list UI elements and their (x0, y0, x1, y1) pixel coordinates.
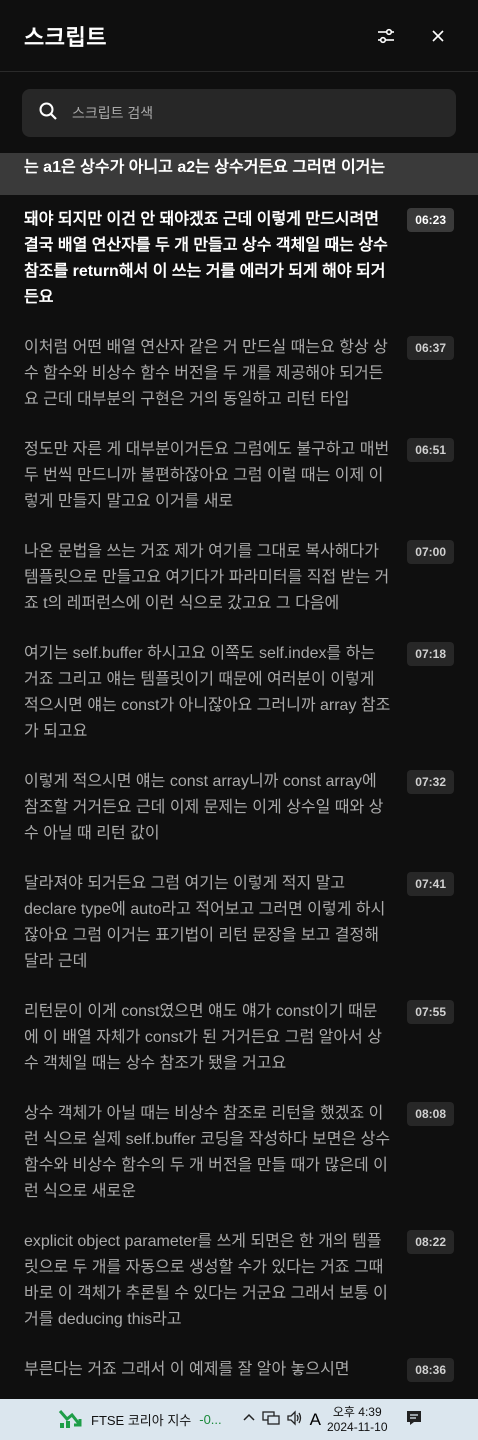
transcript-segment[interactable]: 정도만 자른 게 대부분이거든요 그럼에도 불구하고 매번 두 번씩 만드니까 … (0, 437, 478, 515)
segment-timestamp[interactable]: 06:23 (407, 208, 454, 232)
transcript-list: 는 a1은 상수가 아니고 a2는 상수거든요 그러면 이거는 돼야 되지만 이… (0, 153, 478, 1383)
notification-icon[interactable] (405, 1409, 423, 1430)
ime-indicator[interactable]: A (310, 1410, 321, 1430)
network-icon[interactable] (262, 1410, 280, 1429)
segment-text: 나온 문법을 쓰는 거죠 제가 여기를 그대로 복사해다가 템플릿으로 만들고요… (24, 543, 390, 612)
transcript-segment[interactable]: 부른다는 거죠 그래서 이 예제를 잘 알아 놓으시면 08:36 (0, 1357, 478, 1383)
segment-timestamp[interactable]: 08:22 (407, 1230, 454, 1254)
segment-text: 상수 객체가 아닐 때는 비상수 참조로 리턴을 했겠죠 이런 식으로 실제 s… (24, 1105, 391, 1200)
transcript-panel: 스크립트 스크립트 검색 는 a1은 상수가 아니고 a2는 상수거든요 그러면… (0, 0, 478, 1399)
sliders-icon[interactable] (370, 20, 402, 52)
clock-date: 2024-11-10 (327, 1419, 388, 1434)
clock-time: 오후 4:39 (332, 1404, 382, 1419)
taskbar-clock[interactable]: 오후 4:39 2024-11-10 (327, 1405, 388, 1435)
segment-timestamp[interactable]: 07:32 (407, 770, 454, 794)
segment-timestamp[interactable]: 06:37 (407, 336, 454, 360)
transcript-segment-partial[interactable]: 는 a1은 상수가 아니고 a2는 상수거든요 그러면 이거는 (0, 153, 478, 195)
segment-text: explicit object parameter를 쓰게 되면은 한 개의 템… (24, 1233, 388, 1328)
header-actions (370, 20, 454, 52)
stock-name: FTSE 코리아 지수 (91, 1413, 192, 1428)
segment-text: 여기는 self.buffer 하시고요 이쪽도 self.index를 하는 … (24, 645, 391, 740)
search-container (0, 72, 478, 137)
segment-text: 정도만 자른 게 대부분이거든요 그럼에도 불구하고 매번 두 번씩 만드니까 … (24, 441, 390, 510)
search-input[interactable] (70, 104, 440, 122)
segment-text: 이렇게 적으시면 얘는 const array니까 const array에 참… (24, 773, 384, 842)
segment-timestamp[interactable]: 08:36 (407, 1358, 454, 1382)
segment-text: 이처럼 어떤 배열 연산자 같은 거 만드실 때는요 항상 상수 함수와 비상수… (24, 339, 388, 408)
close-icon[interactable] (422, 20, 454, 52)
taskbar: FTSE 코리아 지수 -0... A 오후 4:39 2024-11-10 (0, 1399, 478, 1440)
segment-timestamp[interactable]: 08:08 (407, 1102, 454, 1126)
stock-widget[interactable]: FTSE 코리아 지수 -0... (58, 1407, 222, 1432)
transcript-segment[interactable]: 이처럼 어떤 배열 연산자 같은 거 만드실 때는요 항상 상수 함수와 비상수… (0, 335, 478, 413)
volume-icon[interactable] (286, 1410, 304, 1429)
system-tray: A (242, 1410, 321, 1430)
stock-change: -0... (199, 1412, 222, 1427)
segment-timestamp[interactable]: 06:51 (407, 438, 454, 462)
segment-timestamp[interactable]: 07:00 (407, 540, 454, 564)
transcript-segment[interactable]: 달라져야 되거든요 그럼 여기는 이렇게 적지 말고 declare type에… (0, 871, 478, 975)
segment-text: 부른다는 거죠 그래서 이 예제를 잘 알아 놓으시면 (24, 1361, 350, 1378)
transcript-segment[interactable]: 나온 문법을 쓰는 거죠 제가 여기를 그대로 복사해다가 템플릿으로 만들고요… (0, 539, 478, 617)
segment-timestamp[interactable]: 07:41 (407, 872, 454, 896)
stock-chart-icon (58, 1407, 82, 1432)
transcript-segment[interactable]: 상수 객체가 아닐 때는 비상수 참조로 리턴을 했겠죠 이런 식으로 실제 s… (0, 1101, 478, 1205)
segment-text: 달라져야 되거든요 그럼 여기는 이렇게 적지 말고 declare type에… (24, 875, 386, 970)
transcript-segment[interactable]: 이렇게 적으시면 얘는 const array니까 const array에 참… (0, 769, 478, 847)
segment-text: 돼야 되지만 이건 안 돼야겠죠 근데 이렇게 만드시려면 결국 배열 연산자를… (24, 211, 388, 306)
chevron-up-icon[interactable] (242, 1411, 256, 1428)
transcript-segment[interactable]: 여기는 self.buffer 하시고요 이쪽도 self.index를 하는 … (0, 641, 478, 745)
panel-title: 스크립트 (24, 24, 107, 50)
segment-timestamp[interactable]: 07:55 (407, 1000, 454, 1024)
search-icon (38, 101, 58, 126)
segment-timestamp[interactable]: 07:18 (407, 642, 454, 666)
search-box[interactable] (22, 89, 456, 137)
transcript-segment[interactable]: 돼야 되지만 이건 안 돼야겠죠 근데 이렇게 만드시려면 결국 배열 연산자를… (0, 207, 478, 311)
segment-text: 리턴문이 이게 const였으면 얘도 얘가 const이기 때문에 이 배열 … (24, 1003, 382, 1072)
transcript-segment[interactable]: explicit object parameter를 쓰게 되면은 한 개의 템… (0, 1229, 478, 1333)
transcript-segment[interactable]: 리턴문이 이게 const였으면 얘도 얘가 const이기 때문에 이 배열 … (0, 999, 478, 1077)
segment-text: 는 a1은 상수가 아니고 a2는 상수거든요 그러면 이거는 (24, 159, 386, 176)
panel-header: 스크립트 (0, 0, 478, 72)
